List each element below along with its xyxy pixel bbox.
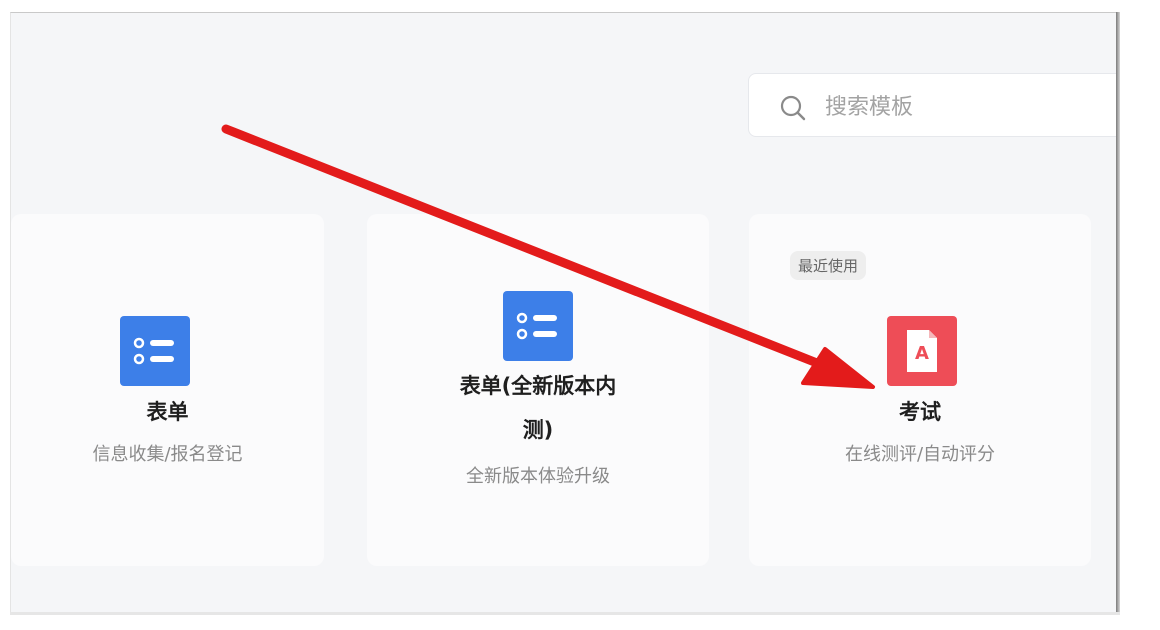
template-description: 在线测评/自动评分 — [844, 444, 996, 465]
template-title: 考试 — [899, 400, 941, 424]
template-description: 信息收集/报名登记 — [92, 444, 243, 465]
template-card-exam[interactable]: 最近使用 A 考试 在线测评/自动评分 — [749, 214, 1091, 566]
template-title-line-2: 测) — [522, 418, 554, 442]
template-title: 表单(全新版本内 测) — [367, 364, 709, 452]
list-form-icon — [120, 316, 190, 386]
template-card-form[interactable]: 表单 信息收集/报名登记 — [11, 214, 324, 566]
template-card-form-beta[interactable]: 表单(全新版本内 测) 全新版本体验升级 — [367, 214, 709, 566]
template-picker-panel: 表单 信息收集/报名登记 表单(全新版本内 测) 全新版本体验升级 最近使用 A — [10, 12, 1117, 613]
search-input[interactable] — [823, 88, 1117, 126]
exam-paper-icon: A — [887, 316, 957, 386]
svg-text:A: A — [915, 343, 929, 364]
template-title: 表单 — [146, 400, 189, 424]
recently-used-badge: 最近使用 — [790, 251, 867, 280]
search-icon — [780, 95, 806, 121]
template-title-line-1: 表单(全新版本内 — [459, 374, 617, 398]
window-bottom-edge — [10, 612, 1120, 615]
list-form-icon — [503, 291, 573, 361]
template-description: 全新版本体验升级 — [466, 466, 610, 487]
template-search-box[interactable] — [748, 73, 1117, 137]
window-edge-shadow — [1116, 12, 1120, 612]
